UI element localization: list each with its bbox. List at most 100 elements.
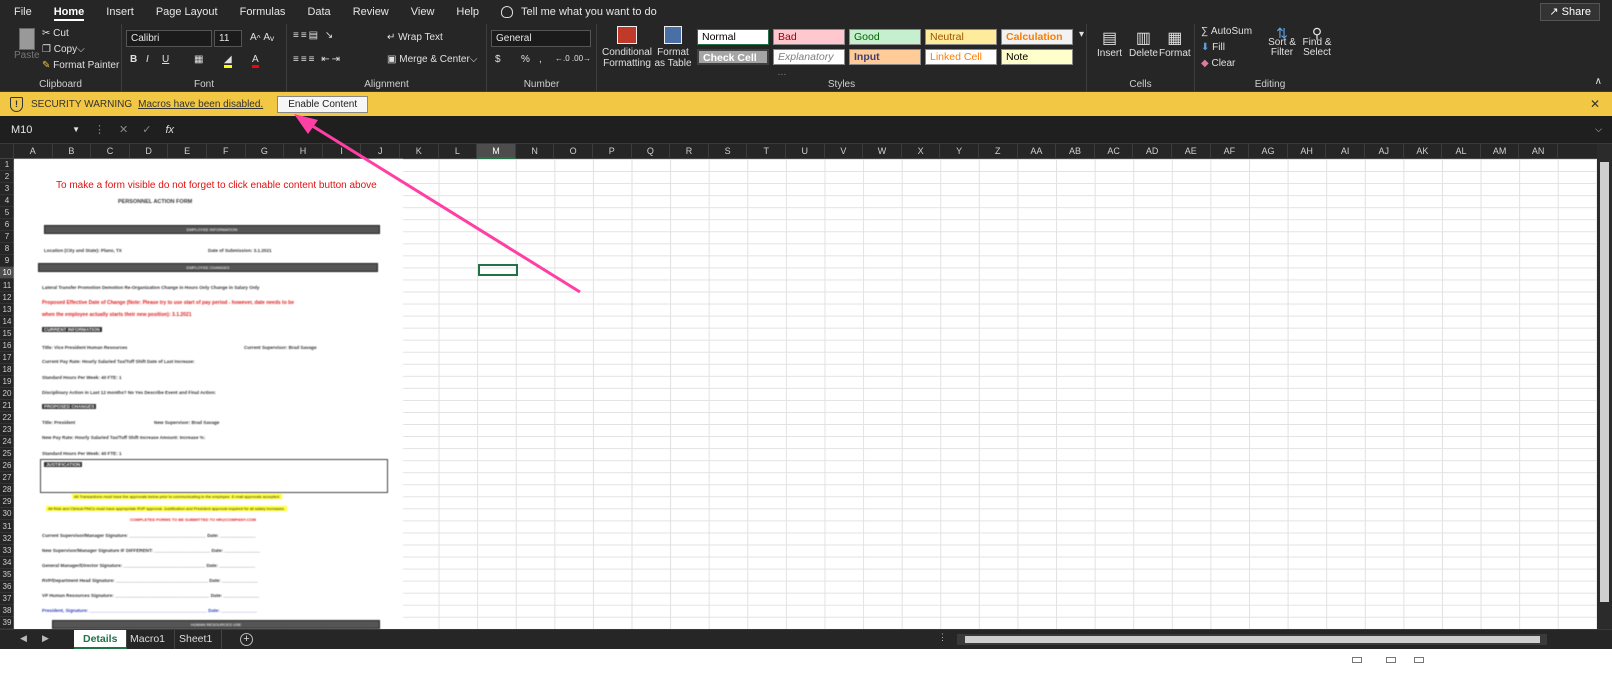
paste-button[interactable]: Paste <box>14 28 40 61</box>
row-header-26[interactable]: 26 <box>0 460 14 473</box>
column-header-b[interactable]: B <box>53 144 92 159</box>
select-all-corner[interactable] <box>0 144 14 159</box>
tell-me-box[interactable]: Tell me what you want to do <box>501 6 657 18</box>
column-header-d[interactable]: D <box>130 144 169 159</box>
row-header-19[interactable]: 19 <box>0 376 14 388</box>
row-header-14[interactable]: 14 <box>0 316 14 328</box>
column-header-t[interactable]: T <box>747 144 786 159</box>
enable-content-button[interactable]: Enable Content <box>277 95 369 113</box>
column-header-u[interactable]: U <box>786 144 825 159</box>
delete-cells-button[interactable]: ▥ Delete <box>1129 28 1158 59</box>
format-as-table-button[interactable]: Format as Table <box>653 26 693 69</box>
row-header-31[interactable]: 31 <box>0 521 14 533</box>
insert-cells-button[interactable]: ▤ Insert <box>1097 28 1122 59</box>
column-header-ah[interactable]: AH <box>1288 144 1327 159</box>
underline-button[interactable]: U <box>162 54 169 65</box>
font-name-select[interactable]: Calibri <box>126 30 212 47</box>
row-header-34[interactable]: 34 <box>0 557 14 569</box>
align-top-buttons[interactable]: ≡≡▤ ↘ <box>293 30 335 41</box>
sort-filter-button[interactable]: ⇅ Sort & Filter <box>1267 26 1297 58</box>
row-header-6[interactable]: 6 <box>0 219 14 232</box>
column-header-z[interactable]: Z <box>979 144 1018 159</box>
row-header-18[interactable]: 18 <box>0 364 14 376</box>
menu-formulas[interactable]: Formulas <box>240 0 286 24</box>
vertical-scroll-thumb[interactable] <box>1600 162 1609 602</box>
cell-style-check-cell[interactable]: Check Cell <box>697 49 769 65</box>
row-header-39[interactable]: 39 <box>0 617 14 629</box>
percent-button[interactable]: % <box>521 54 530 65</box>
tab-sheet1[interactable]: Sheet1 <box>170 630 223 649</box>
column-header-ad[interactable]: AD <box>1133 144 1172 159</box>
row-header-15[interactable]: 15 <box>0 328 14 340</box>
row-header-36[interactable]: 36 <box>0 581 14 593</box>
row-header-30[interactable]: 30 <box>0 508 14 521</box>
decimal-buttons[interactable]: ←.0 .00→ <box>555 54 591 63</box>
horizontal-scrollbar[interactable] <box>957 634 1547 645</box>
column-header-ai[interactable]: AI <box>1326 144 1365 159</box>
column-header-am[interactable]: AM <box>1481 144 1520 159</box>
font-size-select[interactable]: 11 <box>214 30 242 47</box>
cell-style-neutral[interactable]: Neutral <box>925 29 997 45</box>
cell-style-normal[interactable]: Normal <box>697 29 769 45</box>
column-header-g[interactable]: G <box>246 144 285 159</box>
normal-view-icon[interactable] <box>1352 657 1362 663</box>
clear-button[interactable]: ◆ Clear <box>1201 58 1235 69</box>
column-header-w[interactable]: W <box>863 144 902 159</box>
column-header-af[interactable]: AF <box>1211 144 1250 159</box>
tab-prev-icon[interactable]: ◀ <box>20 633 27 644</box>
borders-button[interactable]: ▦ <box>194 54 203 65</box>
row-header-29[interactable]: 29 <box>0 496 14 509</box>
cancel-icon[interactable]: ✕ <box>119 123 128 136</box>
page-break-view-icon[interactable] <box>1414 657 1424 663</box>
row-header-32[interactable]: 32 <box>0 533 14 545</box>
column-header-f[interactable]: F <box>207 144 246 159</box>
cut-button[interactable]: ✂ Cut <box>42 28 69 39</box>
grow-font-button[interactable]: A ^ Av <box>250 32 274 43</box>
row-header-7[interactable]: 7 <box>0 231 14 244</box>
active-cell-m10[interactable] <box>478 264 518 276</box>
row-header-1[interactable]: 1 <box>0 159 14 172</box>
vertical-scrollbar[interactable] <box>1597 144 1612 629</box>
cell-style-bad[interactable]: Bad <box>773 29 845 45</box>
row-header-5[interactable]: 5 <box>0 207 14 220</box>
number-format-select[interactable]: General <box>491 30 591 47</box>
row-header-21[interactable]: 21 <box>0 400 14 413</box>
cell-style-input[interactable]: Input <box>849 49 921 65</box>
row-header-25[interactable]: 25 <box>0 448 14 461</box>
row-header-23[interactable]: 23 <box>0 424 14 437</box>
cell-style-explanatory[interactable]: Explanatory ... <box>773 49 845 78</box>
menu-help[interactable]: Help <box>456 0 479 24</box>
share-button[interactable]: ↗ Share <box>1540 3 1600 21</box>
row-header-12[interactable]: 12 <box>0 292 14 304</box>
cell-style-calculation[interactable]: Calculation <box>1001 29 1073 45</box>
close-icon[interactable]: ✕ <box>1590 97 1600 111</box>
column-header-r[interactable]: R <box>670 144 709 159</box>
row-header-11[interactable]: 11 <box>0 280 14 292</box>
wrap-text-button[interactable]: ↵ Wrap Text <box>387 32 443 43</box>
menu-data[interactable]: Data <box>307 0 330 24</box>
row-header-37[interactable]: 37 <box>0 593 14 605</box>
tab-next-icon[interactable]: ▶ <box>42 633 49 644</box>
menu-view[interactable]: View <box>411 0 435 24</box>
add-sheet-icon[interactable]: + <box>240 633 253 646</box>
merge-center-button[interactable]: ▣ Merge & Center ⌵ <box>387 54 477 65</box>
row-header-17[interactable]: 17 <box>0 352 14 364</box>
find-select-button[interactable]: ⚲ Find & Select <box>1299 26 1335 58</box>
column-header-v[interactable]: V <box>825 144 864 159</box>
column-header-q[interactable]: Q <box>632 144 671 159</box>
tab-details[interactable]: Details <box>74 630 128 649</box>
format-painter-button[interactable]: ✎ Format Painter <box>42 60 119 71</box>
security-warning-message[interactable]: Macros have been disabled. <box>138 99 263 110</box>
row-header-35[interactable]: 35 <box>0 569 14 581</box>
column-header-x[interactable]: X <box>902 144 941 159</box>
column-header-j[interactable]: J <box>361 144 400 159</box>
expand-formula-icon[interactable]: ⌵ <box>1595 124 1602 135</box>
column-header-i[interactable]: I <box>323 144 362 159</box>
italic-button[interactable]: I <box>146 54 149 65</box>
cell-style-linked-cell[interactable]: Linked Cell <box>925 49 997 65</box>
row-header-2[interactable]: 2 <box>0 171 14 184</box>
comma-button[interactable]: , <box>539 54 542 65</box>
font-color-button[interactable]: A <box>252 54 259 68</box>
column-header-k[interactable]: K <box>400 144 439 159</box>
row-header-38[interactable]: 38 <box>0 605 14 617</box>
